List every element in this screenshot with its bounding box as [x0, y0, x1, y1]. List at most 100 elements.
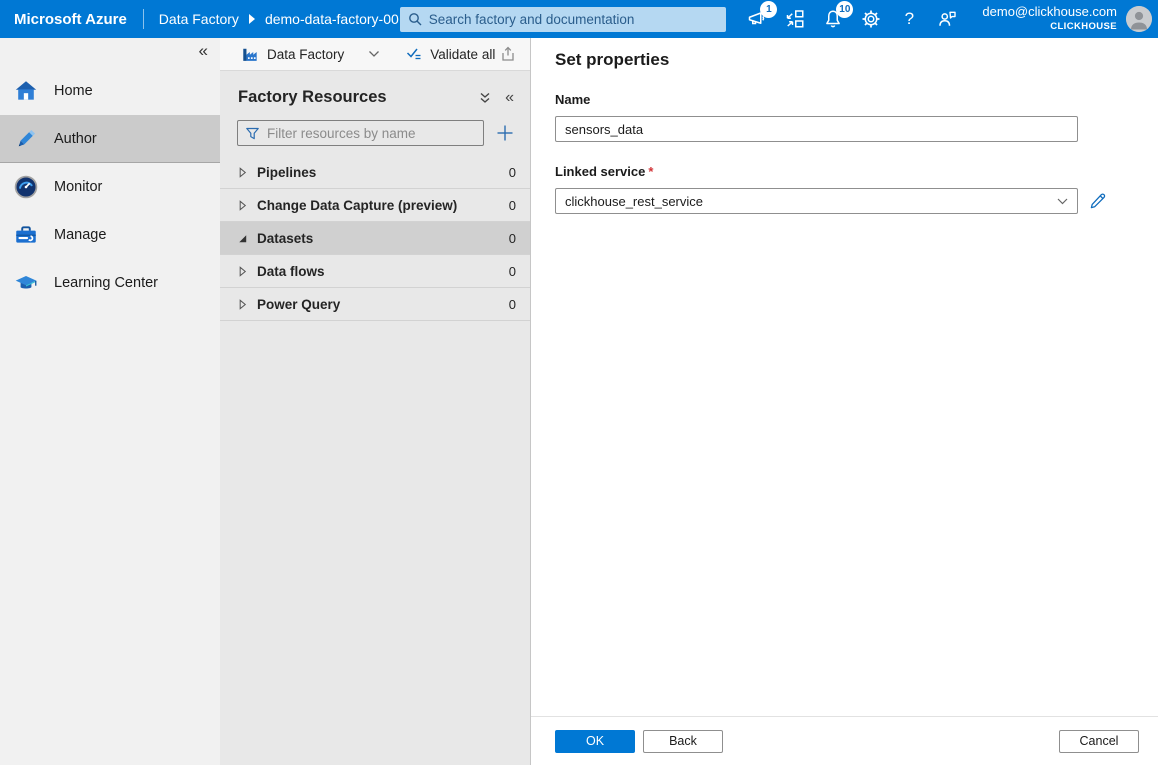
sidebar-item-learning-center[interactable]: Learning Center — [0, 259, 220, 307]
search-icon — [408, 12, 422, 26]
help-button[interactable]: ? — [897, 6, 921, 32]
tree-item-label: Data flows — [257, 264, 509, 279]
person-feedback-icon — [937, 9, 957, 29]
tree-item-datasets[interactable]: Datasets 0 — [220, 222, 530, 255]
pencil-icon — [1089, 192, 1107, 210]
chevron-right-icon — [236, 166, 251, 179]
switch-windows-icon — [785, 9, 805, 29]
tree-item-count: 0 — [509, 165, 516, 180]
avatar[interactable] — [1126, 6, 1152, 32]
factory-icon — [242, 46, 259, 63]
topbar-search[interactable] — [400, 7, 726, 32]
tree-item-count: 0 — [509, 231, 516, 246]
set-properties-form: Set properties Name Linked service* clic… — [531, 38, 1158, 214]
cancel-button[interactable]: Cancel — [1059, 730, 1139, 753]
sidebar-item-label: Learning Center — [54, 275, 158, 291]
manage-toolbox-icon — [13, 222, 39, 248]
tree-item-label: Pipelines — [257, 165, 509, 180]
author-pencil-icon — [13, 126, 39, 152]
account-info[interactable]: demo@clickhouse.com CLICKHOUSE — [982, 4, 1117, 33]
learning-cap-icon — [13, 270, 39, 296]
linked-service-value: clickhouse_rest_service — [565, 194, 703, 209]
filter-input[interactable] — [267, 126, 476, 141]
tree-item-label: Power Query — [257, 297, 509, 312]
topbar-divider — [143, 9, 144, 29]
search-input[interactable] — [429, 12, 718, 27]
gear-icon — [861, 9, 881, 29]
panel-footer: OK Back Cancel — [531, 716, 1158, 765]
sidebar-item-home[interactable]: Home — [0, 67, 220, 115]
question-mark-icon: ? — [905, 9, 914, 29]
validate-all-button[interactable]: Validate all — [406, 46, 495, 62]
notifications-button[interactable]: 10 — [821, 6, 845, 32]
sidebar-item-label: Monitor — [54, 179, 102, 195]
factory-explorer: Data Factory Validate all Factory Resour… — [220, 38, 531, 765]
announcements-button[interactable]: 1 — [745, 6, 769, 32]
filter-box[interactable] — [237, 120, 484, 146]
name-label: Name — [555, 92, 1158, 107]
collapse-panel-button[interactable]: « — [505, 90, 514, 106]
sidebar-item-label: Home — [54, 83, 93, 99]
switch-factory-button[interactable] — [783, 6, 807, 32]
tree-item-count: 0 — [509, 264, 516, 279]
required-marker: * — [648, 164, 653, 179]
linked-service-row: clickhouse_rest_service — [555, 188, 1158, 214]
tree-item-change-data-capture[interactable]: Change Data Capture (preview) 0 — [220, 189, 530, 222]
chevron-expanded-icon — [236, 232, 251, 245]
settings-button[interactable] — [859, 6, 883, 32]
sidebar-item-label: Manage — [54, 227, 106, 243]
sidebar-item-manage[interactable]: Manage — [0, 211, 220, 259]
data-factory-menu-label: Data Factory — [267, 47, 344, 62]
linked-service-dropdown[interactable]: clickhouse_rest_service — [555, 188, 1078, 214]
left-nav-items: Home Author — [0, 67, 220, 307]
filter-row — [220, 107, 530, 146]
double-chevron-down-icon — [478, 91, 492, 105]
announcements-badge: 1 — [760, 1, 777, 18]
resources-title: Factory Resources — [238, 88, 465, 107]
back-button[interactable]: Back — [643, 730, 723, 753]
tree-item-power-query[interactable]: Power Query 0 — [220, 288, 530, 321]
tree-item-pipelines[interactable]: Pipelines 0 — [220, 156, 530, 189]
ok-button[interactable]: OK — [555, 730, 635, 753]
tree-item-count: 0 — [509, 198, 516, 213]
chevron-right-icon — [236, 199, 251, 212]
topbar: Microsoft Azure Data Factory demo-data-f… — [0, 0, 1158, 38]
tree-item-label: Datasets — [257, 231, 509, 246]
topbar-actions: 1 10 — [738, 6, 966, 32]
tree-item-data-flows[interactable]: Data flows 0 — [220, 255, 530, 288]
set-properties-panel: Set properties Name Linked service* clic… — [531, 38, 1158, 765]
export-template-button[interactable] — [500, 46, 516, 62]
name-input[interactable] — [555, 116, 1078, 142]
chevron-right-icon — [236, 265, 251, 278]
feedback-button[interactable] — [935, 6, 959, 32]
notifications-badge: 10 — [836, 1, 853, 18]
breadcrumb-app[interactable]: Data Factory — [159, 11, 239, 27]
explorer-toolbar: Data Factory Validate all — [220, 38, 530, 71]
filter-funnel-icon — [245, 126, 260, 141]
breadcrumb-instance: demo-data-factory-00 — [265, 11, 399, 27]
sidebar-item-monitor[interactable]: Monitor — [0, 163, 220, 211]
sidebar-item-label: Author — [54, 131, 97, 147]
add-resource-button[interactable] — [493, 121, 517, 145]
left-nav: « Home — [0, 38, 220, 765]
azure-brand[interactable]: Microsoft Azure — [0, 11, 143, 28]
breadcrumb-arrow-icon — [249, 14, 255, 24]
tree-item-count: 0 — [509, 297, 516, 312]
collapse-sidebar-button[interactable]: « — [194, 40, 213, 61]
account-email: demo@clickhouse.com — [982, 4, 1117, 21]
plus-icon — [495, 123, 515, 143]
tree-item-label: Change Data Capture (preview) — [257, 198, 509, 213]
account-tenant: CLICKHOUSE — [982, 21, 1117, 33]
collapse-all-button[interactable] — [478, 91, 492, 105]
edit-linked-service-button[interactable] — [1089, 192, 1107, 210]
panel-title: Set properties — [555, 50, 1158, 70]
factory-resources-tree: Pipelines 0 Change Data Capture (preview… — [220, 156, 530, 321]
chevron-down-icon — [1057, 198, 1068, 205]
resources-header: Factory Resources « — [220, 71, 530, 107]
sidebar-item-author[interactable]: Author — [0, 115, 220, 163]
data-factory-menu[interactable]: Data Factory — [242, 46, 380, 63]
home-icon — [13, 78, 39, 104]
export-arrow-icon — [500, 46, 516, 62]
validate-check-icon — [406, 46, 422, 62]
chevron-right-icon — [236, 298, 251, 311]
